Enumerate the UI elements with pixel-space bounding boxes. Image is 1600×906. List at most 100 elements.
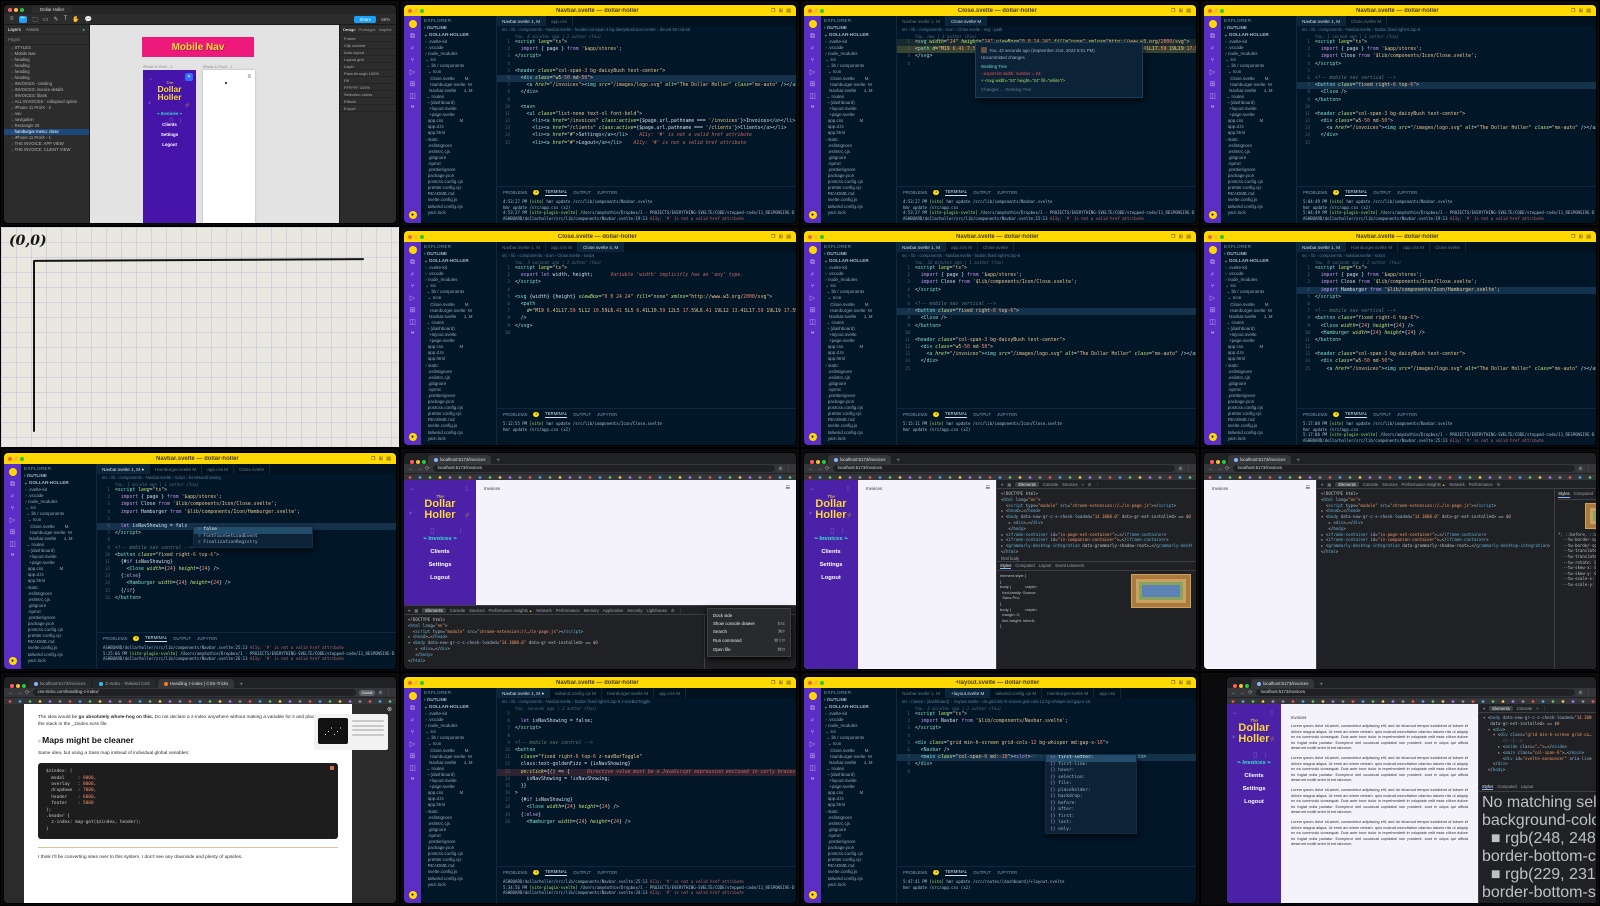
tab-performance[interactable]: Performance: [1469, 482, 1493, 487]
titlebar[interactable]: Navbar.svelte — dollar-holler: [1204, 5, 1596, 16]
tab-terminal[interactable]: TERMINAL: [544, 869, 568, 876]
window-controls[interactable]: [1208, 234, 1224, 239]
more-icon[interactable]: ⋮: [679, 608, 683, 613]
editor-tab[interactable]: Close.svelte M: [946, 16, 988, 26]
titlebar[interactable]: Navbar.svelte — dollar-holler: [404, 5, 796, 16]
autocomplete-item[interactable]: only:: [1046, 827, 1136, 834]
settings-gear-icon[interactable]: ⚙: [1497, 482, 1501, 487]
tab-jupyter[interactable]: JUPYTER: [1397, 412, 1417, 417]
remote-icon[interactable]: ◫: [809, 319, 816, 326]
move-tool-icon[interactable]: ⌲: [18, 15, 28, 23]
dom-line[interactable]: ▾ <body data-new-gr-c-s-check-loaded="14…: [1483, 715, 1592, 721]
search-icon[interactable]: ⌕: [811, 271, 815, 278]
frame-tool-icon[interactable]: ⬚: [32, 16, 38, 23]
blame-footer[interactable]: Changes … Working Tree: [981, 86, 1137, 93]
outline-section[interactable]: › OUTLINE: [421, 24, 496, 31]
autocomplete-item[interactable]: FinalizationRegistry: [194, 540, 312, 547]
editor-tab[interactable]: Navbar.svelte 1, M: [1297, 16, 1347, 26]
explorer-icon[interactable]: ⧉: [410, 259, 415, 266]
reload-icon[interactable]: ⟳: [1225, 466, 1230, 472]
menu-icon[interactable]: ≡: [10, 16, 14, 22]
source-control-icon[interactable]: ⑂: [810, 57, 814, 64]
reload-icon[interactable]: ⟳: [25, 690, 30, 696]
forward-icon[interactable]: →: [17, 690, 23, 696]
bookmark-icon[interactable]: ❝: [1211, 331, 1215, 338]
project-root[interactable]: ⌄ DOLLAR-HOLLER: [1221, 257, 1296, 265]
tab-terminal[interactable]: TERMINAL: [1344, 411, 1368, 418]
tab-sources[interactable]: Sources: [469, 608, 484, 613]
css-rules[interactable]: *, ::before, ::after { <style> --tw-bord…: [1558, 532, 1596, 588]
file-item[interactable]: yarn.lock: [21, 658, 96, 664]
bookmark-icon[interactable]: ❝: [811, 105, 815, 112]
project-root[interactable]: ⌄ DOLLAR-HOLLER: [1221, 31, 1296, 39]
dom-breadcrumb[interactable]: html body: [1001, 556, 1019, 561]
titlebar-buttons[interactable]: [1171, 8, 1196, 14]
tab-terminal[interactable]: TERMINAL: [544, 411, 568, 418]
search-icon[interactable]: ⌕: [1211, 45, 1215, 52]
text-tool-icon[interactable]: T: [64, 16, 68, 22]
tab-output[interactable]: OUTPUT: [173, 636, 191, 641]
editor-tab[interactable]: Close.svelte: [1430, 242, 1467, 252]
property-row[interactable]: Fill: [340, 77, 396, 84]
inspect-icon[interactable]: ⌖: [1001, 482, 1003, 487]
tab-problems[interactable]: PROBLEMS: [103, 636, 127, 641]
tab-elements[interactable]: Elements: [422, 607, 446, 613]
extensions-icon[interactable]: ⊞: [810, 753, 816, 760]
tab-elements[interactable]: Elements: [1335, 481, 1359, 487]
nav-item[interactable]: Settings: [804, 562, 858, 568]
tab-terminal[interactable]: TERMINAL: [944, 869, 968, 876]
tab-network[interactable]: Network: [536, 608, 551, 613]
explorer-icon[interactable]: ⧉: [410, 33, 415, 40]
terminal-output[interactable]: 5:47:41 PM [vite] hmr update /src/routes…: [897, 878, 1196, 891]
editor-tab[interactable]: Hamburger.svelte M: [150, 464, 203, 474]
device-icon[interactable]: ▦: [1007, 482, 1011, 487]
code-editor[interactable]: You, 3 seconds ago | 1 author (You) <scri…: [497, 259, 796, 408]
debug-icon[interactable]: ▷: [410, 741, 415, 748]
remote-icon[interactable]: ◫: [1209, 319, 1216, 326]
debug-icon[interactable]: ▷: [810, 69, 815, 76]
inspect-icon[interactable]: ⌖: [1321, 482, 1323, 487]
terminal-output[interactable]: 5:12:55 PM [vite] hmr update /src/lib/co…: [497, 420, 796, 433]
back-icon[interactable]: ←: [8, 690, 14, 696]
dom-line[interactable]: ▸ <grammarly-desktop-integration data-gr…: [1001, 543, 1192, 549]
account-icon[interactable]: ●: [808, 891, 817, 899]
tab-output[interactable]: OUTPUT: [573, 190, 591, 195]
editor-tab[interactable]: app.css M: [946, 242, 978, 252]
remote-icon[interactable]: ◫: [9, 541, 16, 548]
titlebar[interactable]: Navbar.svelte — dollar-holler: [404, 677, 796, 688]
window-controls[interactable]: [408, 234, 424, 239]
tab-sources[interactable]: Sources: [1382, 482, 1397, 487]
project-badge-icon[interactable]: ⚡: [408, 246, 417, 254]
debug-icon[interactable]: ▷: [10, 517, 15, 524]
tab-layout[interactable]: Layout: [1521, 784, 1534, 790]
editor-tab[interactable]: Close.svelte 4, M: [577, 242, 625, 252]
property-row[interactable]: FFFFFF 100%: [340, 84, 396, 91]
tab-output[interactable]: OUTPUT: [573, 870, 591, 875]
remote-icon[interactable]: ◫: [409, 319, 416, 326]
window-controls[interactable]: [10, 684, 26, 688]
inspect-icon[interactable]: ⌖: [1483, 706, 1485, 711]
terminal-output[interactable]: ASHBOARD/dollarholler/src/lib/components…: [97, 644, 396, 663]
project-badge-icon[interactable]: ⚡: [808, 20, 817, 28]
file-item[interactable]: yarn.lock: [1221, 436, 1296, 442]
editor-tab[interactable]: Navbar.svelte 1, M: [897, 688, 947, 698]
tab-performance[interactable]: Performance: [556, 608, 580, 613]
code-snippet[interactable]: $zindex: ( modal : 9000, overlay : 8000,…: [38, 763, 338, 840]
breadcrumb[interactable]: src › lib › components › Navbar.svelte ›…: [1297, 26, 1596, 33]
address-bar[interactable]: localhost:5173/invoices: [1232, 465, 1576, 472]
outline-section[interactable]: › OUTLINE: [21, 472, 96, 479]
breadcrumb[interactable]: src › lib › components › Navbar.svelte ›…: [497, 26, 796, 33]
tab-jupyter[interactable]: JUPYTER: [997, 870, 1017, 875]
tab-terminal[interactable]: TERMINAL: [944, 189, 968, 196]
browser-tab[interactable]: Handling z-index | CSS-Tricks: [157, 679, 235, 688]
frame-label[interactable]: iPhone 11 Pro/X - 2: [143, 65, 172, 69]
tab-problems[interactable]: PROBLEMS: [903, 190, 927, 195]
breadcrumb[interactable]: src › lib › components › Icon › Close.sv…: [497, 252, 796, 259]
outline-section[interactable]: › OUTLINE: [421, 696, 496, 703]
dom-tree[interactable]: ▾ <body data-new-gr-c-s-check-loaded="14…: [1479, 713, 1596, 783]
editor-tab[interactable]: Close.svelte: [234, 464, 271, 474]
account-icon[interactable]: ●: [408, 433, 417, 441]
browser-tab[interactable]: Z-Index - Tailwind CSS: [93, 679, 156, 688]
project-root[interactable]: ⌄ DOLLAR-HOLLER: [421, 31, 496, 39]
editor-tab[interactable]: Navbar.svelte 1, M: [897, 16, 947, 26]
